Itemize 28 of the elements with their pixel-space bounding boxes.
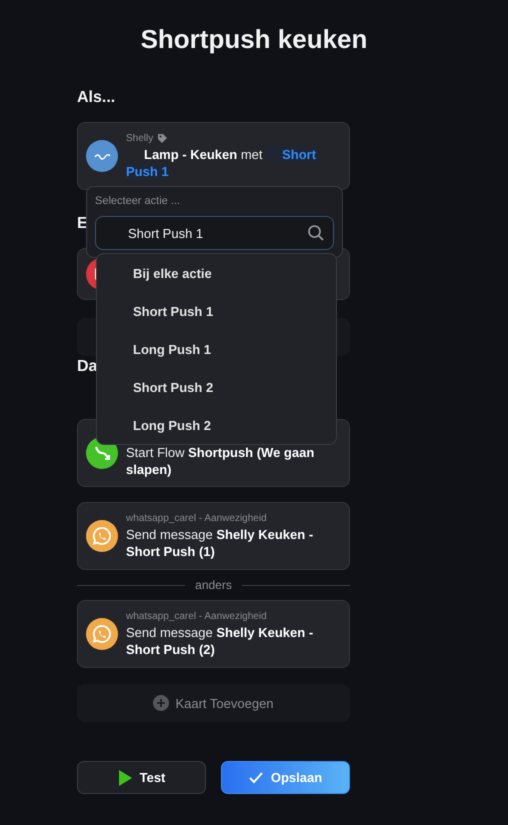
card-text: Start Flow Shortpush (We gaan slapen) [126, 444, 316, 478]
add-card-button[interactable]: Kaart Toevoegen [175, 696, 274, 710]
divider-label: anders [195, 578, 232, 592]
play-icon [118, 770, 132, 786]
field-label: Selecteer actie ... [95, 195, 181, 207]
test-button[interactable]: Test [77, 761, 206, 794]
action-card[interactable]: whatsapp_carel - Aanwezigheid Send message Shelly Keuken - Short Push (1) [77, 502, 350, 570]
dropdown-option[interactable]: Short Push 2 [97, 368, 336, 406]
dropdown-option[interactable]: Long Push 1 [97, 330, 336, 368]
app-name: whatsapp_carel - Aanwezigheid [126, 512, 267, 524]
action-card[interactable]: whatsapp_carel - Aanwezigheid Send message Shelly Keuken - Short Push (2) [77, 600, 350, 668]
plus-icon [153, 695, 170, 711]
card-text: Send message Shelly Keuken - Short Push (2) [126, 624, 314, 658]
tag-icon [157, 132, 168, 144]
search-field[interactable]: Short Push 1 [95, 216, 334, 250]
search-icon [307, 224, 325, 242]
checkmark-icon [248, 772, 263, 784]
card-text: Lamp - Keuken met Short Push 1 [126, 146, 318, 180]
section-heading: Da [77, 357, 98, 377]
section-heading: E [77, 214, 88, 234]
app-name: Shelly [126, 132, 154, 144]
action-card[interactable]: Shelly Lamp - Keuken met Short Push 1 [77, 122, 350, 190]
card-text: Send message Shelly Keuken - Short Push (1) [126, 526, 314, 560]
dropdown-option[interactable]: Short Push 1 [97, 292, 336, 330]
section-heading: Als... [77, 88, 116, 108]
page-title: Shortpush keuken [140, 23, 368, 56]
dropdown-option[interactable]: Bij elke actie [97, 254, 336, 292]
app-name: whatsapp_carel - Aanwezigheid [126, 610, 267, 622]
